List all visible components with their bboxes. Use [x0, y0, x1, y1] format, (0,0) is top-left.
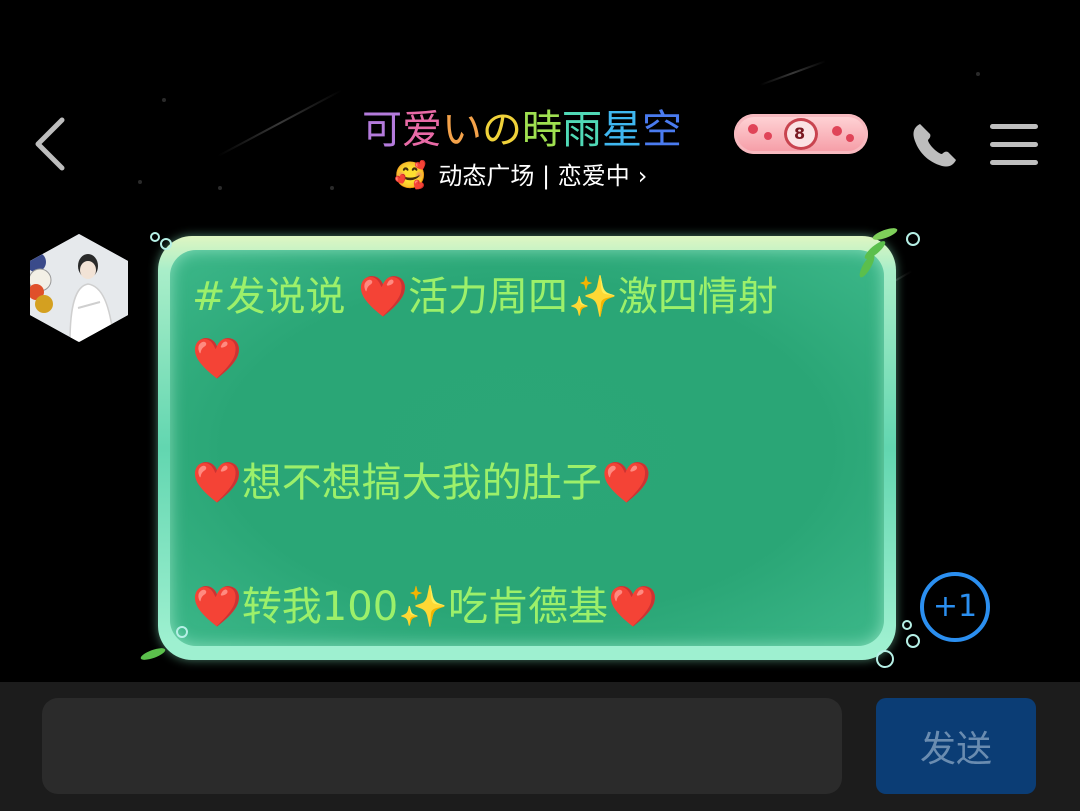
- chat-title-char: 雨: [562, 107, 602, 153]
- message-segment: #发说说: [192, 274, 359, 320]
- message-segment: 转我100: [241, 584, 399, 630]
- badge-heart-icon: [764, 132, 772, 140]
- message-line: [192, 514, 872, 576]
- message-line: ❤️想不想搞大我的肚子❤️: [192, 452, 872, 514]
- message-segment: 活力周四: [408, 274, 569, 320]
- plus-one-button[interactable]: +1: [920, 572, 990, 642]
- heart-emoji: ❤️: [192, 460, 242, 506]
- chat-title-char: 時: [522, 107, 562, 153]
- pig-icon: 8: [784, 118, 818, 150]
- badge-heart-icon: [832, 126, 842, 136]
- message-line: ❤️: [192, 328, 872, 390]
- chat-title-char: 爱: [402, 107, 442, 153]
- heart-emoji: ❤️: [192, 336, 242, 382]
- chat-title-char: 星: [602, 107, 642, 153]
- avatar-image: [30, 234, 128, 342]
- message-line: ❤️转我100✨吃肯德基❤️: [192, 576, 872, 638]
- chat-title-char: 空: [642, 107, 682, 153]
- water-droplet: [906, 634, 920, 648]
- leaf-decoration: [139, 645, 167, 663]
- heart-emoji: ❤️: [601, 460, 652, 506]
- water-droplet: [876, 650, 894, 668]
- badge-heart-icon: [748, 124, 758, 134]
- contact-avatar[interactable]: [30, 234, 128, 342]
- message-text: #发说说 ❤️活力周四✨激四情射 ❤️ ❤️想不想搞大我的肚子❤️ ❤️转我100✨吃…: [192, 266, 872, 638]
- chat-title-char: 可: [362, 107, 402, 153]
- background-star: [976, 72, 980, 76]
- background-star: [330, 186, 334, 190]
- message-input[interactable]: [42, 698, 842, 794]
- chat-title[interactable]: 可爱いの時雨星空: [362, 104, 682, 156]
- status-text: 动态广场 | 恋爱中: [438, 162, 630, 190]
- sparkles-emoji: ✨: [568, 274, 618, 320]
- send-button[interactable]: 发送: [876, 698, 1036, 794]
- smiling-hearts-icon: 🥰: [394, 161, 427, 191]
- message-segment: 吃肯德基: [447, 584, 608, 630]
- background-star: [218, 186, 222, 190]
- water-droplet: [902, 620, 912, 630]
- background-star: [138, 180, 142, 184]
- background-streak: [759, 60, 827, 86]
- sparkles-emoji: ✨: [398, 584, 448, 630]
- heart-emoji: ❤️: [607, 584, 658, 630]
- chat-title-char: い: [442, 107, 482, 153]
- heart-emoji: ❤️: [192, 584, 242, 630]
- vip-level-badge[interactable]: 8: [734, 114, 868, 154]
- chat-title-char: の: [482, 107, 522, 153]
- chevron-right-icon: ›: [637, 162, 648, 190]
- message-segment: 激四情射: [617, 274, 778, 320]
- badge-heart-icon: [846, 134, 854, 142]
- water-droplet: [160, 238, 172, 250]
- call-button[interactable]: [906, 118, 962, 174]
- phone-icon: [913, 124, 956, 167]
- status-link[interactable]: 🥰 动态广场 | 恋爱中 ›: [394, 160, 647, 192]
- message-line: [192, 390, 872, 452]
- heart-emoji: ❤️: [358, 274, 409, 320]
- water-droplet: [906, 232, 920, 246]
- leaf-decoration: [871, 225, 899, 243]
- water-droplet: [176, 626, 188, 638]
- menu-button[interactable]: [990, 122, 1042, 168]
- water-droplet: [150, 232, 160, 242]
- badge-level: 8: [794, 124, 806, 143]
- message-line: #发说说 ❤️活力周四✨激四情射: [192, 266, 872, 328]
- chat-screen: 可爱いの時雨星空 8 🥰 动态广场 | 恋爱中 › #发说说 ❤️活力周四✨激四…: [0, 0, 1080, 811]
- message-segment: 想不想搞大我的肚子: [241, 460, 602, 506]
